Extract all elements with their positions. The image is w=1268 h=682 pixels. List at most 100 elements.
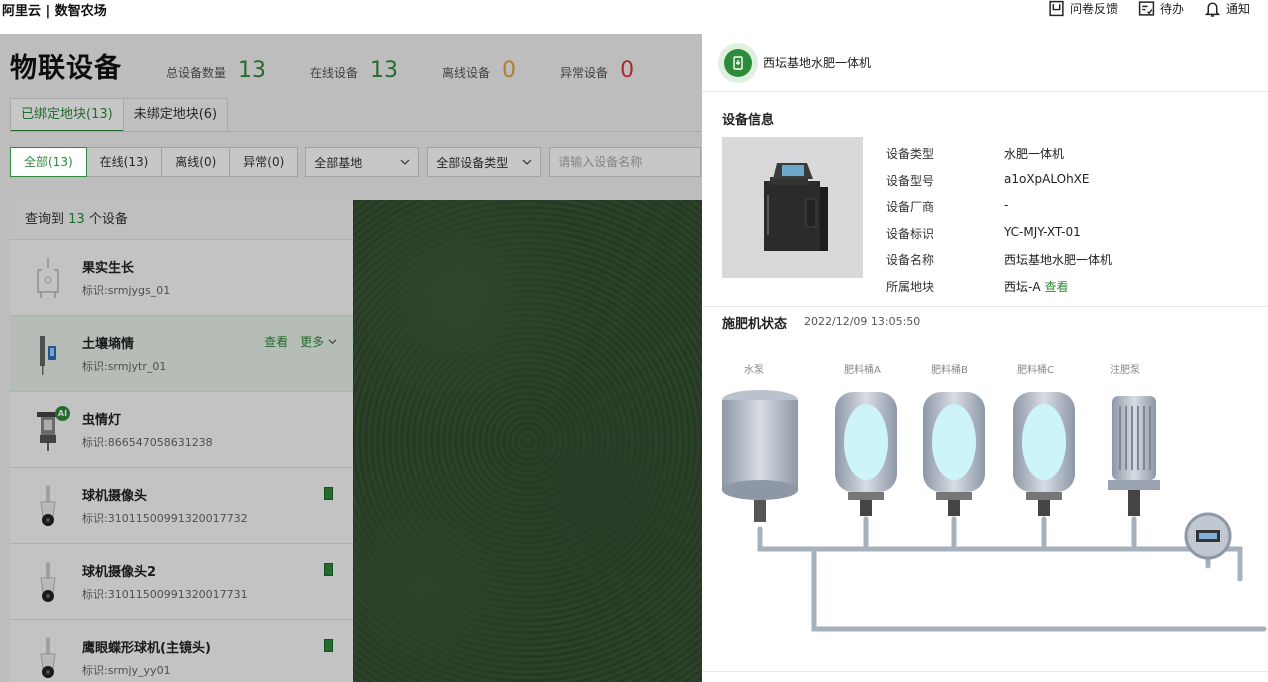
view-link[interactable]: 查看 [264,333,288,350]
main-area: 物联设备 总设备数量 13 在线设备 13 离线设备 0 异常设备 0 已绑定地… [0,34,702,682]
device-name: 球机摄像头 [82,489,148,504]
dome-camera-icon [40,638,56,678]
tab-divider [10,131,702,132]
list-item[interactable]: 球机摄像头 标识:31011500991320017732 [10,468,353,544]
device-id: 标识:866547058631238 [82,436,213,449]
panel-bottom-divider [702,671,1268,672]
page-title: 物联设备 [10,53,122,84]
list-item[interactable]: 鹰眼蝶形球机(主镜头) 标识:srmjy_yy01 [10,620,353,682]
list-item[interactable]: 球机摄像头2 标识:31011500991320017731 [10,544,353,620]
top-bar: 阿里云 | 数智农场 问卷反馈 待办 通知 [0,0,1268,34]
survey-icon [1049,0,1064,17]
stat-value: 13 [370,58,399,83]
info-key: 设备型号 [886,173,935,188]
satellite-map[interactable] [353,200,702,682]
todo-label: 待办 [1159,2,1184,16]
info-value: - [1004,198,1009,213]
info-key: 所属地块 [886,279,935,294]
info-value: 西坛基地水肥一体机 [1004,253,1113,268]
notification-label: 通知 [1225,2,1250,16]
stat-value: 0 [502,58,517,83]
battery-icon [324,639,333,652]
stat-label: 异常设备 [560,66,609,80]
info-key: 设备名称 [886,253,935,268]
filter-online-button[interactable]: 在线(13) [85,147,163,177]
fertilizer-status-title: 施肥机状态 [722,317,788,332]
stat-value: 13 [238,58,267,83]
status-timestamp: 2022/12/09 13:05:50 [804,315,921,328]
info-key: 设备厂商 [886,200,935,215]
device-id: 标识:srmjygs_01 [82,284,171,297]
item-actions: 查看 更多 [264,333,337,350]
stat-online: 在线设备 13 [310,58,398,83]
stat-label: 在线设备 [310,66,359,80]
list-item[interactable]: AI 虫情灯 标识:866547058631238 [10,392,353,468]
info-key: 设备标识 [886,226,935,241]
survey-label: 问卷反馈 [1069,2,1118,16]
device-type-select[interactable]: 全部设备类型 [427,147,542,177]
fertigation-diagram: 水泵 肥料桶A 肥料桶B 肥料桶C 注肥泵 [722,363,1267,632]
dome-camera-icon [40,486,56,526]
chevron-down-icon [400,159,410,165]
list-header: 查询到 13 个设备 [10,200,353,240]
fertilizer-tank-c [1013,392,1075,516]
device-id: 标识:srmjytr_01 [82,360,167,373]
battery-icon [324,563,333,576]
soil-sensor-icon [40,336,56,375]
filter-offline-button[interactable]: 离线(0) [161,147,231,177]
info-value: 西坛-A [1004,279,1041,294]
info-row: 所属地块 西坛-A 查看 [886,278,1112,305]
survey-button[interactable]: 问卷反馈 [1048,0,1118,17]
dome-camera-icon [40,562,56,602]
device-list: 查询到 13 个设备 果实生长 标识:srmjygs_01 土壤墒情 标识:sr… [10,200,353,682]
stat-abnormal: 异常设备 0 [560,58,634,83]
brand-logo: 阿里云 | 数智农场 [2,4,107,19]
list-item[interactable]: 土壤墒情 标识:srmjytr_01 查看 更多 [10,316,353,392]
diagram-label-tank-c: 肥料桶C [1017,363,1054,376]
device-name: 果实生长 [82,261,135,276]
fertilizer-tank-b [923,392,985,516]
tab-bound[interactable]: 已绑定地块(13) [10,98,124,132]
base-select[interactable]: 全部基地 [305,147,420,177]
device-id: 标识:31011500991320017732 [82,512,248,525]
stat-total: 总设备数量 13 [166,58,266,83]
device-search-input[interactable] [549,147,702,177]
diagram-label-tank-b: 肥料桶B [931,363,968,376]
result-suffix: 个设备 [84,212,128,227]
view-plot-link[interactable]: 查看 [1045,278,1069,305]
diagram-label-pump: 水泵 [744,364,764,376]
result-count: 13 [68,212,85,227]
section-divider [702,306,1268,307]
stat-label: 离线设备 [442,66,491,80]
todo-button[interactable]: 待办 [1138,0,1184,17]
device-info-title: 设备信息 [722,113,775,128]
result-prefix: 查询到 [25,212,69,227]
plot-tabs: 已绑定地块(13) 未绑定地块(6) [10,98,229,132]
device-name: 土壤墒情 [82,337,135,352]
flow-meter [1184,512,1232,560]
info-row: 设备名称 西坛基地水肥一体机 [886,251,1112,278]
chevron-down-icon [328,339,337,345]
info-row: 设备标识 YC-MJY-XT-01 [886,225,1112,252]
diagram-label-injection-pump: 注肥泵 [1110,363,1140,376]
panel-header: 西坛基地水肥一体机 [702,34,1268,92]
stat-label: 总设备数量 [166,66,227,80]
ai-badge: AI [55,406,70,421]
device-name: 球机摄像头2 [82,565,157,580]
battery-icon [324,487,333,500]
stat-value: 0 [620,58,635,83]
info-value: 水肥一体机 [1004,147,1065,161]
info-value: a1oXpALOhXE [1004,171,1090,186]
notification-button[interactable]: 通知 [1204,0,1250,17]
fertilizer-tank-a [835,392,897,516]
panel-title: 西坛基地水肥一体机 [763,56,872,70]
page-header: 物联设备 总设备数量 13 在线设备 13 离线设备 0 异常设备 0 [10,46,634,85]
info-row: 设备类型 水肥一体机 [886,145,1112,172]
filter-all-button[interactable]: 全部(13) [10,147,87,177]
filter-abnormal-button[interactable]: 异常(0) [229,147,299,177]
tab-unbound[interactable]: 未绑定地块(6) [122,98,229,132]
fruit-sensor-icon [37,258,59,298]
list-item[interactable]: 果实生长 标识:srmjygs_01 [10,240,353,316]
more-menu-button[interactable]: 更多 [300,333,337,350]
top-actions: 问卷反馈 待办 通知 [1048,0,1250,17]
